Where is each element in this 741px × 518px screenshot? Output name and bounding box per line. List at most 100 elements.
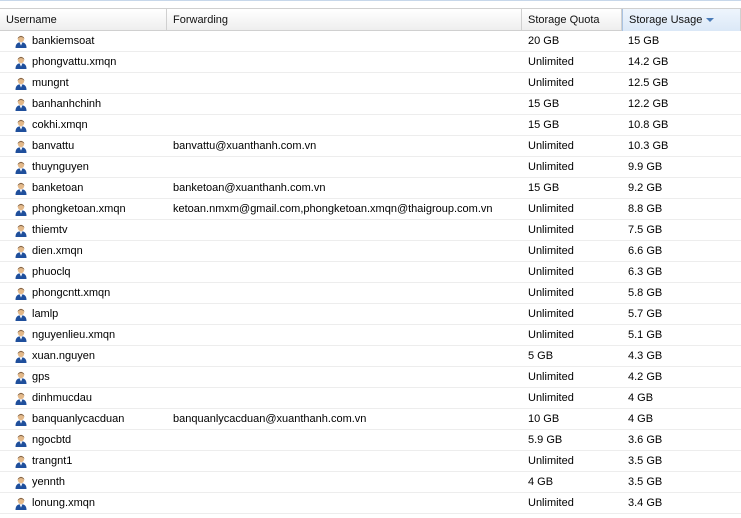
sort-descending-icon xyxy=(706,18,715,22)
username-text: yennth xyxy=(32,476,66,488)
table-row[interactable]: thiemtv Unlimited 7.5 GB xyxy=(0,220,741,241)
cell-storage-usage: 7.5 GB xyxy=(628,224,663,236)
cell-storage-quota: Unlimited xyxy=(528,287,574,299)
table-row[interactable]: trangnt1 Unlimited 3.5 GB xyxy=(0,451,741,472)
cell-forwarding xyxy=(173,493,518,513)
cell-storage-quota: Unlimited xyxy=(528,245,574,257)
cell-username: cokhi.xmqn xyxy=(14,115,164,135)
column-header-username[interactable]: Username xyxy=(0,9,167,31)
cell-storage-usage: 4 GB xyxy=(628,392,654,404)
table-row[interactable]: phongketoan.xmqn ketoan.nmxm@gmail.com,ph… xyxy=(0,199,741,220)
cell-storage-usage: 4.3 GB xyxy=(628,350,663,362)
table-row[interactable]: dien.xmqn Unlimited 6.6 GB xyxy=(0,241,741,262)
username-text: phuoclq xyxy=(32,266,71,278)
user-icon xyxy=(14,307,28,321)
cell-storage-quota: Unlimited xyxy=(528,497,574,509)
table-row[interactable]: phongcntt.xmqn Unlimited 5.8 GB xyxy=(0,283,741,304)
table-row[interactable]: banvattu banvattu@xuanthanh.com.vn Unlimit… xyxy=(0,136,741,157)
cell-storage-usage: 3.6 GB xyxy=(628,434,663,446)
cell-forwarding xyxy=(173,430,518,450)
column-header-forwarding[interactable]: Forwarding xyxy=(167,9,522,31)
username-text: lamlp xyxy=(32,308,59,320)
user-icon xyxy=(14,475,28,489)
username-text: lonung.xmqn xyxy=(32,497,95,509)
cell-storage-quota: 20 GB xyxy=(528,35,560,47)
cell-forwarding: banvattu@xuanthanh.com.vn xyxy=(173,140,317,152)
table-row[interactable]: phongvattu.xmqn Unlimited 14.2 GB xyxy=(0,52,741,73)
cell-username: mungnt xyxy=(14,73,164,93)
table-row[interactable]: cokhi.xmqn 15 GB 10.8 GB xyxy=(0,115,741,136)
username-text: ngocbtd xyxy=(32,434,72,446)
cell-username: thuynguyen xyxy=(14,157,164,177)
table-row[interactable]: gps Unlimited 4.2 GB xyxy=(0,367,741,388)
user-icon xyxy=(14,160,28,174)
table-row[interactable]: nguyenlieu.xmqn Unlimited 5.1 GB xyxy=(0,325,741,346)
user-icon xyxy=(14,265,28,279)
table-row[interactable]: dinhmucdau Unlimited 4 GB xyxy=(0,388,741,409)
username-text: phongcntt.xmqn xyxy=(32,287,111,299)
cell-storage-quota: Unlimited xyxy=(528,329,574,341)
username-text: xuan.nguyen xyxy=(32,350,95,362)
cell-forwarding xyxy=(173,262,518,282)
table-row[interactable]: phuoclq Unlimited 6.3 GB xyxy=(0,262,741,283)
cell-username: dinhmucdau xyxy=(14,388,164,408)
table-row[interactable]: lamlp Unlimited 5.7 GB xyxy=(0,304,741,325)
user-icon xyxy=(14,370,28,384)
cell-storage-usage: 5.7 GB xyxy=(628,308,663,320)
cell-forwarding xyxy=(173,31,518,51)
cell-storage-usage: 10.8 GB xyxy=(628,119,669,131)
cell-username: yennth xyxy=(14,472,164,492)
table-row[interactable]: banketoan banketoan@xuanthanh.com.vn 15 GB… xyxy=(0,178,741,199)
cell-storage-usage: 3.5 GB xyxy=(628,455,663,467)
table-row[interactable]: mungnt Unlimited 12.5 GB xyxy=(0,73,741,94)
table-row[interactable]: banquanlycacduan banquanlycacduan@xuantha… xyxy=(0,409,741,430)
table-row[interactable]: lonung.xmqn Unlimited 3.4 GB xyxy=(0,493,741,514)
column-header-storage-quota-label: Storage Quota xyxy=(528,14,600,26)
cell-forwarding xyxy=(173,346,518,366)
user-icon xyxy=(14,76,28,90)
cell-storage-quota: Unlimited xyxy=(528,392,574,404)
cell-username: banvattu xyxy=(14,136,164,156)
cell-storage-usage: 4.2 GB xyxy=(628,371,663,383)
cell-storage-usage: 5.8 GB xyxy=(628,287,663,299)
cell-storage-usage: 8.8 GB xyxy=(628,203,663,215)
user-icon xyxy=(14,349,28,363)
user-icon xyxy=(14,97,28,111)
username-text: gps xyxy=(32,371,50,383)
user-icon xyxy=(14,496,28,510)
username-text: banhanhchinh xyxy=(32,98,102,110)
cell-storage-usage: 6.3 GB xyxy=(628,266,663,278)
cell-username: banhanhchinh xyxy=(14,94,164,114)
table-row[interactable]: xuan.nguyen 5 GB 4.3 GB xyxy=(0,346,741,367)
table-row[interactable]: thuynguyen Unlimited 9.9 GB xyxy=(0,157,741,178)
column-header-storage-usage-label: Storage Usage xyxy=(629,14,703,26)
table-row[interactable]: bankiemsoat 20 GB 15 GB xyxy=(0,31,741,52)
column-header-storage-usage[interactable]: Storage Usage xyxy=(622,9,741,31)
cell-storage-quota: Unlimited xyxy=(528,56,574,68)
cell-storage-quota: 5 GB xyxy=(528,350,554,362)
cell-storage-usage: 4 GB xyxy=(628,413,654,425)
username-text: mungnt xyxy=(32,77,69,89)
cell-forwarding: banketoan@xuanthanh.com.vn xyxy=(173,182,326,194)
username-text: phongvattu.xmqn xyxy=(32,56,117,68)
cell-forwarding xyxy=(173,388,518,408)
cell-username: ngocbtd xyxy=(14,430,164,450)
cell-username: thiemtv xyxy=(14,220,164,240)
user-storage-grid: Username Forwarding Storage Quota Storag… xyxy=(0,0,741,518)
cell-forwarding xyxy=(173,304,518,324)
grid-header: Username Forwarding Storage Quota Storag… xyxy=(0,8,741,31)
user-icon xyxy=(14,118,28,132)
cell-username: phongketoan.xmqn xyxy=(14,199,164,219)
table-row[interactable]: ngocbtd 5.9 GB 3.6 GB xyxy=(0,430,741,451)
cell-username: xuan.nguyen xyxy=(14,346,164,366)
table-row[interactable]: yennth 4 GB 3.5 GB xyxy=(0,472,741,493)
column-header-storage-quota[interactable]: Storage Quota xyxy=(522,9,622,31)
cell-storage-quota: 5.9 GB xyxy=(528,434,563,446)
cell-storage-quota: 15 GB xyxy=(528,119,560,131)
cell-forwarding xyxy=(173,367,518,387)
cell-storage-usage: 9.2 GB xyxy=(628,182,663,194)
cell-username: phongvattu.xmqn xyxy=(14,52,164,72)
table-row[interactable]: banhanhchinh 15 GB 12.2 GB xyxy=(0,94,741,115)
username-text: banquanlycacduan xyxy=(32,413,125,425)
cell-username: bankiemsoat xyxy=(14,31,164,51)
